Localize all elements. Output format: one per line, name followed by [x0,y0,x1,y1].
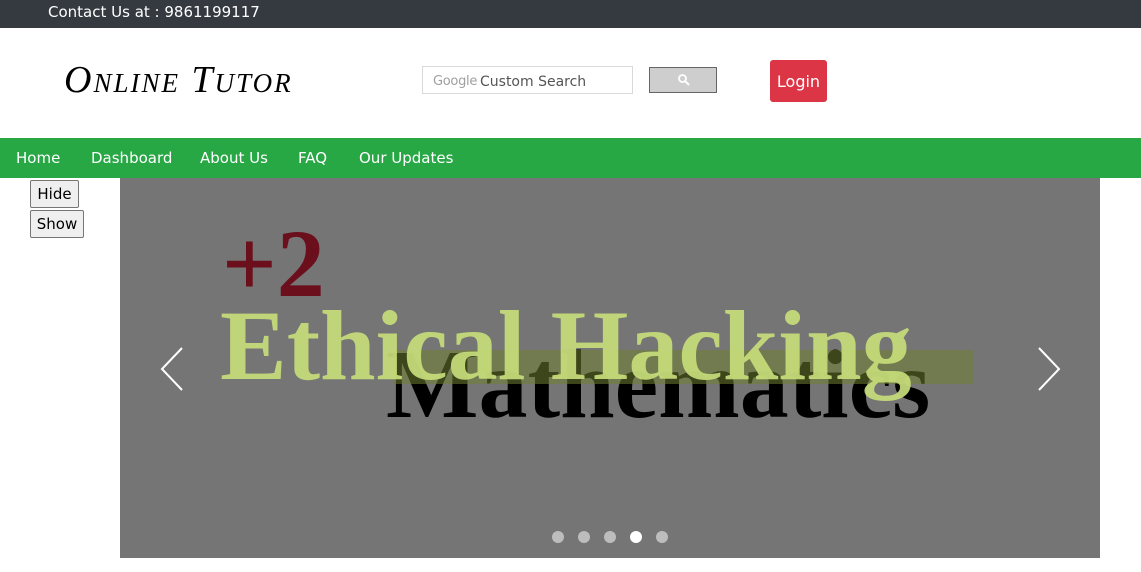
carousel-dot-1[interactable] [552,531,564,543]
search-icon [678,74,690,86]
hide-button[interactable]: Hide [30,180,79,208]
google-brand-text: Google [433,74,478,89]
show-button[interactable]: Show [30,210,84,238]
header: Online Tutor Google Custom Search Login [0,28,1141,138]
nav-item-faq[interactable]: FAQ [298,149,327,167]
search-placeholder: Custom Search [480,74,587,90]
main-navbar: Home Dashboard About Us FAQ Our Updates [0,138,1141,178]
carousel-dot-4[interactable] [630,531,642,543]
search-input[interactable]: Google Custom Search [422,66,633,94]
carousel-dot-5[interactable] [656,531,668,543]
site-logo[interactable]: Online Tutor [64,58,293,102]
carousel-prev-icon[interactable] [158,344,188,394]
nav-item-about-us[interactable]: About Us [200,149,268,167]
nav-item-dashboard[interactable]: Dashboard [91,149,172,167]
login-button[interactable]: Login [770,60,827,102]
slide-text-ethical-hacking: Ethical Hacking [220,290,912,401]
carousel-dot-3[interactable] [604,531,616,543]
carousel-dot-2[interactable] [578,531,590,543]
search-button[interactable] [649,67,717,93]
image-carousel: +2 Mathematics Ethical Hacking [120,178,1100,558]
nav-item-home[interactable]: Home [16,149,60,167]
top-contact-bar: Contact Us at : 9861199117 [0,0,1141,28]
nav-item-our-updates[interactable]: Our Updates [359,149,453,167]
carousel-next-icon[interactable] [1033,344,1063,394]
contact-text: Contact Us at : 9861199117 [48,3,260,21]
carousel-indicators [120,531,1100,545]
